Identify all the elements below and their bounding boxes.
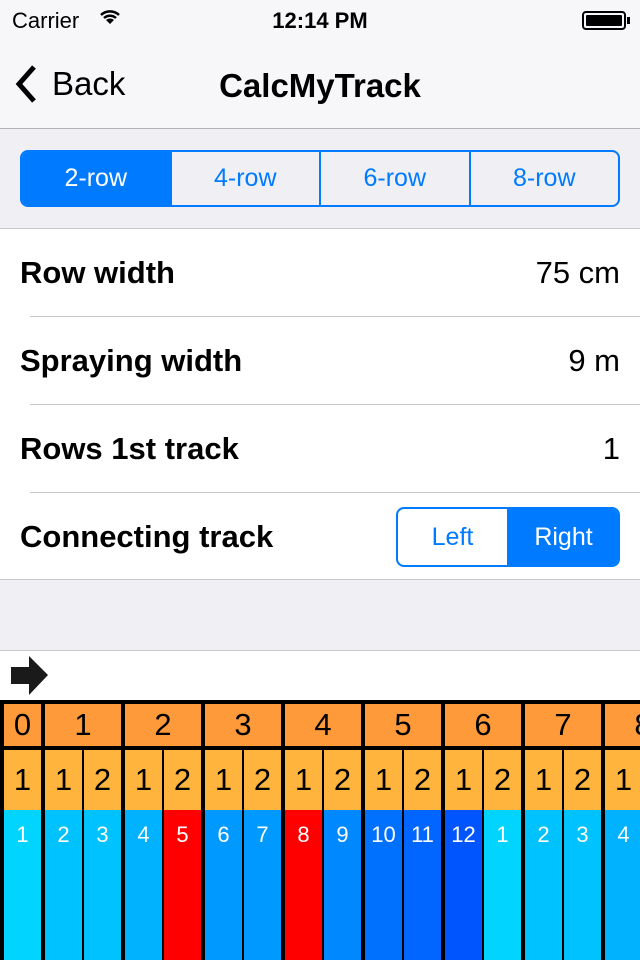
row-header: 2 [164,750,201,810]
row-header: 1 [285,750,322,810]
row-number-cell: 4 [605,810,640,960]
track-header: 1 [45,704,121,746]
segment-left[interactable]: Left [398,509,507,565]
row-header: 1 [205,750,242,810]
setting-rows-first-track[interactable]: Rows 1st track 1 [0,405,640,493]
row-header: 2 [84,750,121,810]
track-header: 2 [125,704,201,746]
status-bar: Carrier 12:14 PM [0,0,640,40]
segment-4-row[interactable]: 4-row [169,152,320,205]
row-number-cell: 3 [84,810,121,960]
row-header: 2 [324,750,361,810]
row-number-cell: 2 [525,810,562,960]
setting-value: 9 m [568,343,620,378]
track-header: 3 [205,704,281,746]
setting-label: Rows 1st track [20,431,239,466]
setting-value: 1 [602,431,620,466]
track-header: 8 [605,704,640,746]
segment-right[interactable]: Right [507,509,618,565]
row-number-cell: 4 [125,810,162,960]
direction-bar [0,650,640,702]
row-header: 1 [525,750,562,810]
row-number-cell: 7 [244,810,281,960]
row-number-cell: 1 [484,810,521,960]
setting-label: Connecting track [20,519,274,554]
row-header: 1 [605,750,640,810]
setting-value: 75 cm [535,255,620,290]
row-number-cell: 3 [564,810,601,960]
setting-label: Row width [20,255,175,290]
row-header: 1 [4,750,41,810]
segment-2-row[interactable]: 2-row [22,152,170,205]
setting-connecting-track: Connecting track Left Right [0,493,640,581]
track-header: 7 [525,704,601,746]
row-number-cell: 1 [4,810,41,960]
row-number-cell: 6 [205,810,242,960]
track-header: 5 [365,704,441,746]
track-grid: 0 1 1 1 1 2 2 3 2 1 4 2 5 3 1 6 2 7 4 1 8 2 9 5 1 10 2 11 6 1 12 2 1 7 1 2 2… [0,700,640,960]
track-header: 4 [285,704,361,746]
row-header: 2 [484,750,521,810]
row-header: 2 [404,750,441,810]
row-number-cell: 5 [164,810,201,960]
track-header: 6 [445,704,521,746]
battery-icon [582,11,630,30]
row-number-cell: 9 [324,810,361,960]
navigation-bar: Back CalcMyTrack [0,40,640,129]
setting-row-width[interactable]: Row width 75 cm [0,229,640,317]
row-header: 1 [365,750,402,810]
row-number-cell: 8 [285,810,322,960]
row-count-segmented-control: 2-row 4-row 6-row 8-row [20,150,620,207]
row-header: 2 [564,750,601,810]
clock: 12:14 PM [272,8,368,33]
row-number-cell: 11 [404,810,441,960]
page-title: CalcMyTrack [219,67,421,104]
setting-spraying-width[interactable]: Spraying width 9 m [0,317,640,405]
row-number-cell: 2 [45,810,82,960]
settings-list: Row width 75 cm Spraying width 9 m Rows … [0,228,640,580]
row-number-cell: 10 [365,810,402,960]
setting-label: Spraying width [20,343,243,378]
connecting-track-segmented-control: Left Right [396,507,620,567]
row-header: 1 [125,750,162,810]
row-header: 1 [445,750,482,810]
row-header: 1 [45,750,82,810]
track-header: 0 [4,704,41,746]
row-header: 2 [244,750,281,810]
arrow-right-icon [11,656,48,695]
segment-8-row[interactable]: 8-row [468,152,619,205]
segment-6-row[interactable]: 6-row [319,152,469,205]
row-number-cell: 12 [445,810,482,960]
